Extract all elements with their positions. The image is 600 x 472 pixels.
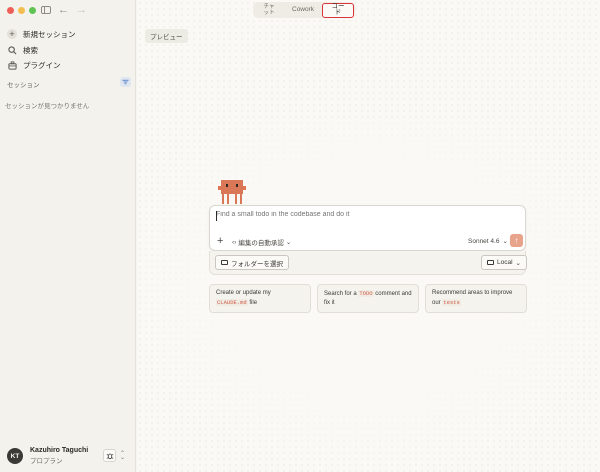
environment-label: Local [497, 259, 513, 266]
select-folder-label: フォルダーを選択 [231, 260, 283, 268]
tab-cowork[interactable]: Cowork [284, 3, 322, 17]
plus-circle-icon: + [7, 29, 17, 39]
model-selector[interactable]: Sonnet 4.6 ⌄ [468, 237, 508, 246]
model-label: Sonnet 4.6 [468, 237, 500, 245]
plus-icon: + [217, 235, 224, 247]
arrow-left-icon[interactable]: ← [58, 4, 69, 16]
user-plan: プロプラン [30, 458, 63, 465]
chevron-updown-icon[interactable]: ⌃ ⌄ [120, 451, 125, 461]
tab-chat[interactable]: チャット [254, 3, 284, 17]
suggestion-card[interactable]: Search for a TODO comment and fix it [317, 284, 419, 313]
close-window-button[interactable] [7, 7, 14, 14]
filter-button[interactable] [120, 77, 131, 87]
claude-mascot-icon [218, 180, 246, 204]
add-attachment-button[interactable]: + [217, 235, 224, 247]
avatar: KT [7, 448, 23, 464]
prompt-box: + ‹› 編集の自動承認 ⌄ Sonnet 4.6 ⌄ ↑ [209, 205, 526, 251]
arrow-up-icon: ↑ [514, 236, 519, 245]
sidebar: ← → + 新規セッション 検索 プラグイン セッション セッションが見つかりま… [0, 0, 136, 472]
mode-label: 編集の自動承認 [238, 240, 284, 247]
chevron-down-icon: ⌄ [515, 259, 521, 267]
mode-tabs: チャット Cowork コード [253, 2, 356, 18]
sidebar-item-label: 検索 [23, 45, 38, 55]
empty-sessions-message: セッションが見つかりません [5, 103, 90, 110]
sessions-section-title: セッション [7, 82, 40, 89]
mode-selector[interactable]: ‹› 編集の自動承認 ⌄ [232, 237, 292, 248]
chevron-down-icon: ⌄ [502, 238, 508, 245]
send-button[interactable]: ↑ [510, 234, 523, 247]
code-brackets-icon: ‹› [232, 238, 237, 246]
monitor-icon [487, 260, 494, 265]
suggestion-card[interactable]: Create or update my CLAUDE.md file [209, 284, 311, 313]
folder-icon [221, 260, 228, 265]
prompt-subbar: フォルダーを選択 Local ⌄ [209, 251, 527, 275]
select-folder-button[interactable]: フォルダーを選択 [215, 255, 289, 270]
minimize-window-button[interactable] [18, 7, 25, 14]
filter-icon [122, 79, 129, 85]
bug-icon [106, 453, 113, 459]
tab-code[interactable]: コード [322, 2, 355, 18]
sidebar-item-new-session[interactable]: + 新規セッション [7, 28, 76, 40]
preview-button[interactable]: プレビュー [145, 29, 188, 43]
sidebar-item-label: プラグイン [23, 60, 61, 70]
chevron-down-icon: ⌄ [285, 239, 292, 246]
sidebar-toggle-icon[interactable] [41, 6, 51, 14]
text-caret [216, 211, 217, 221]
zoom-window-button[interactable] [29, 7, 36, 14]
sidebar-item-label: 新規セッション [23, 29, 76, 39]
suggestion-card[interactable]: Recommend areas to improve our tests [425, 284, 527, 313]
user-name: Kazuhiro Taguchi [30, 447, 89, 454]
sidebar-item-search[interactable]: 検索 [7, 44, 38, 56]
briefcase-icon [7, 60, 17, 70]
window-controls [7, 7, 36, 14]
user-profile[interactable]: KT Kazuhiro Taguchi プロプラン ⌃ ⌄ [7, 447, 131, 465]
arrow-right-icon[interactable]: → [76, 4, 87, 16]
bug-report-button[interactable] [103, 449, 116, 462]
environment-selector[interactable]: Local ⌄ [481, 255, 527, 270]
prompt-input[interactable] [216, 211, 506, 218]
search-icon [7, 45, 17, 55]
sidebar-item-plugins[interactable]: プラグイン [7, 59, 61, 71]
